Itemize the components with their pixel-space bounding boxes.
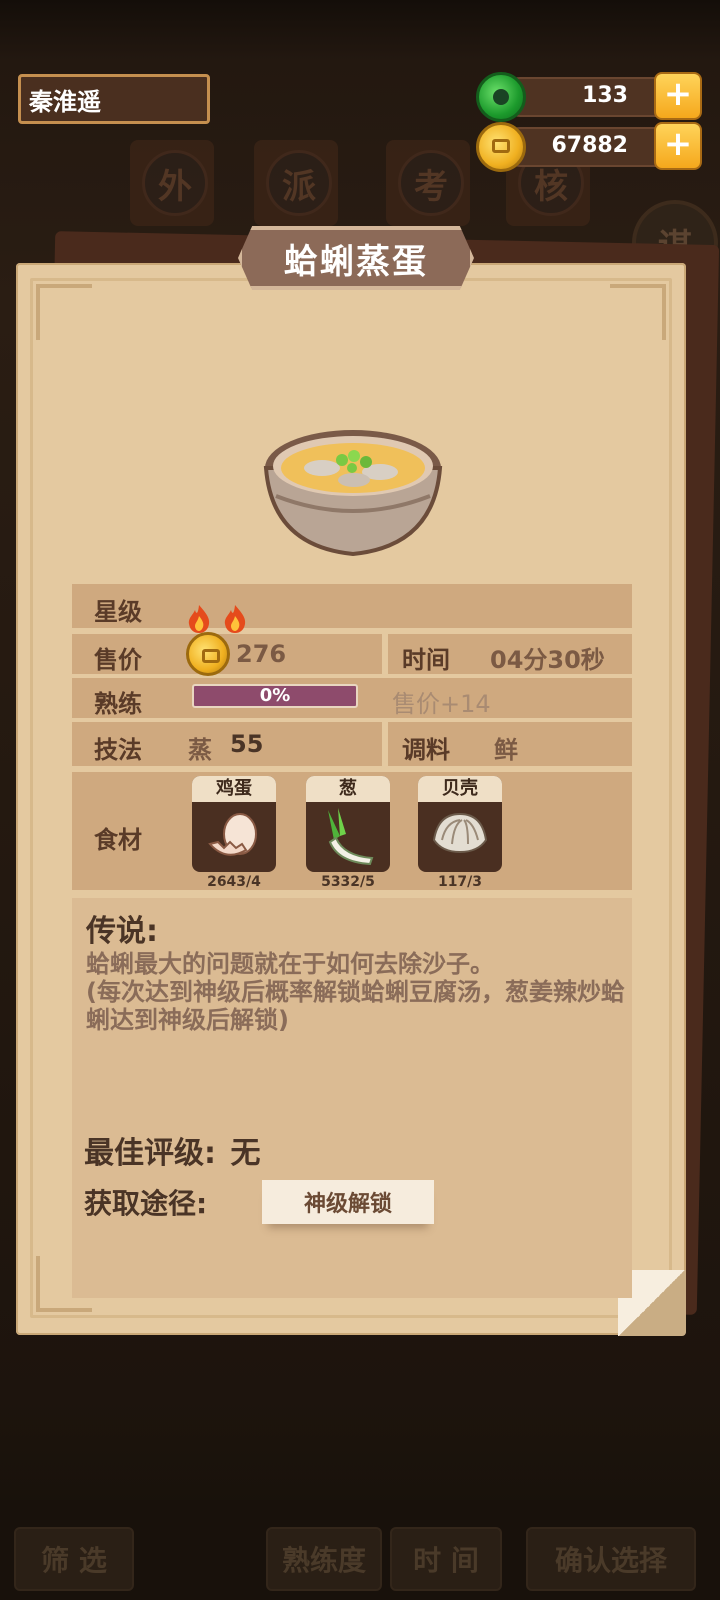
ingredient-name: 葱: [306, 776, 390, 802]
flame-icon: [224, 605, 246, 633]
best-rating-value: 无: [230, 1136, 261, 1171]
divine-unlock-button[interactable]: 神级解锁: [262, 1180, 434, 1224]
bg-banner: 考: [386, 140, 470, 226]
coin-bar: 67882: [502, 127, 678, 167]
scallion-icon: [328, 808, 374, 866]
bg-banner-char: 考: [398, 150, 464, 216]
dish-illustration: [262, 426, 444, 560]
best-rating-label: 最佳评级:: [84, 1136, 216, 1171]
ingredient-name: 贝壳: [418, 776, 502, 802]
technique-type: 蒸: [188, 736, 212, 764]
lore-title: 传说:: [86, 914, 158, 949]
recipe-title: 蛤蜊蒸蛋: [238, 226, 474, 290]
best-rating: 最佳评级: 无: [84, 1128, 260, 1172]
time-sort-button[interactable]: 时 间: [390, 1527, 502, 1591]
star-label: 星级: [94, 598, 142, 626]
ingredient-slot[interactable]: 鸡蛋: [192, 776, 276, 872]
obtain-label: 获取途径:: [84, 1187, 208, 1220]
ingredient-slot[interactable]: 葱: [306, 776, 390, 872]
lore-text: 蛤蜊最大的问题就在于如何去除沙子。 (每次达到神级后概率解锁蛤蜊豆腐汤，葱姜辣炒…: [86, 950, 625, 1034]
corner-ornament: [36, 284, 92, 340]
bg-banner: 派: [254, 140, 338, 226]
coin-icon: [476, 122, 526, 172]
mastery-percent: 0%: [259, 685, 291, 706]
coin-icon: [186, 632, 230, 676]
time-label: 时间: [402, 646, 450, 674]
seasoning-label: 调料: [402, 736, 450, 764]
bg-banner-char: 外: [142, 150, 208, 216]
time-value: 04分30秒: [490, 646, 605, 674]
jade-count: 133: [582, 83, 628, 108]
corner-ornament: [610, 284, 666, 340]
mastery-progress-bar: 0%: [192, 684, 358, 708]
price-label: 售价: [94, 646, 142, 674]
ingredient-count: 2643/4: [207, 874, 261, 890]
mastery-label: 熟练: [94, 690, 142, 718]
coin-count: 67882: [551, 133, 628, 158]
bg-banner-char: 派: [266, 150, 332, 216]
mastery-bonus: 售价+14: [392, 690, 491, 718]
ingredient-count: 117/3: [437, 874, 483, 890]
mastery-sort-button[interactable]: 熟练度: [266, 1527, 382, 1591]
flame-icon: [188, 605, 210, 633]
jade-icon: [476, 72, 526, 122]
stars-row: [72, 584, 632, 628]
player-name[interactable]: 秦淮遥: [18, 74, 210, 124]
ingredients-label: 食材: [94, 826, 142, 854]
technique-label: 技法: [94, 736, 142, 764]
ingredient-slot[interactable]: 贝壳: [418, 776, 502, 872]
price-value: 276: [236, 640, 287, 668]
confirm-select-button[interactable]: 确认选择: [526, 1527, 696, 1591]
bg-banner: 外: [130, 140, 214, 226]
ingredient-count: 5332/5: [321, 874, 375, 890]
add-jade-button[interactable]: +: [654, 72, 702, 120]
technique-value: 55: [230, 730, 264, 758]
clam-icon: [432, 812, 488, 854]
egg-icon: [208, 813, 257, 856]
ingredient-name: 鸡蛋: [192, 776, 276, 802]
seasoning-value: 鲜: [494, 736, 518, 764]
filter-button[interactable]: 筛 选: [14, 1527, 134, 1591]
jade-bar: 133: [502, 77, 678, 117]
add-coins-button[interactable]: +: [654, 122, 702, 170]
